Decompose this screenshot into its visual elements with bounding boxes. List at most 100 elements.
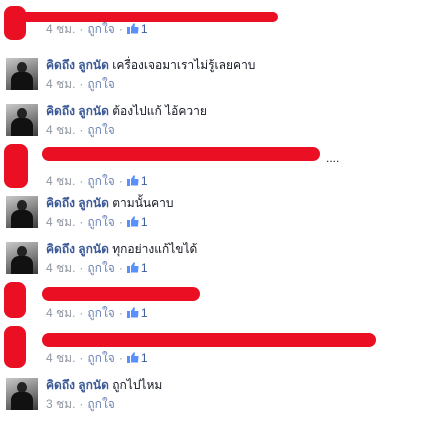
thumbs-up-icon bbox=[126, 23, 139, 34]
like-button[interactable]: ถูกใจ bbox=[87, 77, 114, 91]
like-count-link[interactable]: 1 bbox=[126, 261, 148, 275]
comment-text: เครื่องเจอมาเราไม่รู้เลยคาบ bbox=[112, 58, 256, 72]
like-count-link[interactable]: 1 bbox=[126, 351, 148, 365]
comment-time[interactable]: 4 ชม. bbox=[46, 77, 75, 91]
redaction-mark bbox=[4, 282, 26, 318]
like-button[interactable]: ถูกใจ bbox=[87, 123, 114, 137]
like-count: 1 bbox=[140, 351, 148, 365]
like-count: 1 bbox=[140, 174, 148, 188]
separator-dot: · bbox=[79, 215, 84, 229]
comment-line: คิดถึง ลูกนัด เครื่องเจอมาเราไม่รู้เลยคา… bbox=[46, 57, 425, 74]
avatar[interactable] bbox=[6, 378, 38, 410]
thumbs-up-icon bbox=[126, 352, 139, 363]
comment-meta: 4 ชม. · ถูกใจ · 1 bbox=[46, 173, 425, 189]
separator-dot: · bbox=[118, 261, 123, 275]
comment-item: คิดถึง ลูกนัด ทุกอย่างแก้ไขได้ 4 ชม. · ถูก… bbox=[0, 239, 429, 285]
like-button[interactable]: ถูกใจ bbox=[87, 174, 114, 188]
avatar[interactable] bbox=[6, 58, 38, 90]
comment-time[interactable]: 4 ชม. bbox=[46, 306, 75, 320]
thumbs-up-icon bbox=[126, 307, 139, 318]
comment-meta: 4 ชม. · ถูกใจ · 1 bbox=[46, 350, 425, 366]
comment-text: ต้องไปแก้ ไอ้ควาย bbox=[112, 104, 207, 118]
comment-item: คิดถึง ลูกนัด เครื่องเจอมาเราไม่รู้เลยคา… bbox=[0, 55, 429, 101]
comment-author[interactable]: คิดถึง ลูกนัด bbox=[46, 196, 109, 210]
comment-line: คิดถึง ลูกนัด ทุกอย่างแก้ไขได้ bbox=[46, 241, 425, 258]
comment-author[interactable]: คิดถึง ลูกนัด bbox=[46, 242, 109, 256]
avatar[interactable] bbox=[6, 104, 38, 136]
like-button[interactable]: ถูกใจ bbox=[87, 306, 114, 320]
like-count: 1 bbox=[140, 261, 148, 275]
comment-item: คิดถึง ลูกนัด ถูกไปไหม 3 ชม. · ถูกใจ bbox=[0, 375, 429, 421]
separator-dot: · bbox=[118, 174, 123, 188]
like-count: 1 bbox=[140, 215, 148, 229]
avatar[interactable] bbox=[6, 242, 38, 274]
comment-item: 4 ชม. · ถูกใจ · 1 bbox=[0, 0, 429, 46]
comment-body: คิดถึง ลูกนัด ตามนั้นคาบ 4 ชม. · ถูกใจ · 1 bbox=[46, 195, 425, 230]
comment-meta: 4 ชม. · ถูกใจ · 1 bbox=[46, 21, 425, 37]
redaction-mark bbox=[42, 147, 320, 161]
comment-time[interactable]: 3 ชม. bbox=[46, 397, 75, 411]
comment-meta: 4 ชม. · ถูกใจ bbox=[46, 122, 425, 138]
comment-body: คิดถึง ลูกนัด ถูกไปไหม 3 ชม. · ถูกใจ bbox=[46, 377, 425, 412]
comment-line: คิดถึง ลูกนัด ตามนั้นคาบ bbox=[46, 195, 425, 212]
separator-dot: · bbox=[79, 174, 84, 188]
redaction-mark bbox=[8, 12, 278, 22]
comment-time[interactable]: 4 ชม. bbox=[46, 215, 75, 229]
comment-time[interactable]: 4 ชม. bbox=[46, 261, 75, 275]
like-button[interactable]: ถูกใจ bbox=[87, 215, 114, 229]
separator-dot: · bbox=[118, 215, 123, 229]
like-button[interactable]: ถูกใจ bbox=[87, 351, 114, 365]
comment-text: .... bbox=[326, 151, 340, 165]
comment-text: ทุกอย่างแก้ไขได้ bbox=[112, 242, 198, 256]
comment-meta: 4 ชม. · ถูกใจ · 1 bbox=[46, 260, 425, 276]
like-count: 1 bbox=[140, 306, 148, 320]
separator-dot: · bbox=[79, 77, 84, 91]
separator-dot: · bbox=[79, 123, 84, 137]
avatar[interactable] bbox=[6, 196, 38, 228]
comment-body: คิดถึง ลูกนัด เครื่องเจอมาเราไม่รู้เลยคา… bbox=[46, 57, 425, 92]
comment-text: ถูกไปไหม bbox=[112, 378, 163, 392]
thumbs-up-icon bbox=[126, 175, 139, 186]
comment-time[interactable]: 4 ชม. bbox=[46, 174, 75, 188]
separator-dot: · bbox=[79, 261, 84, 275]
comment-meta: 4 ชม. · ถูกใจ · 1 bbox=[46, 214, 425, 230]
like-button[interactable]: ถูกใจ bbox=[87, 261, 114, 275]
like-count-link[interactable]: 1 bbox=[126, 215, 148, 229]
comment-item: คิดถึง ลูกนัด ตามนั้นคาบ 4 ชม. · ถูกใจ · 1 bbox=[0, 193, 429, 239]
comment-meta: 3 ชม. · ถูกใจ bbox=[46, 396, 425, 412]
comment-text: ตามนั้นคาบ bbox=[112, 196, 174, 210]
like-button[interactable]: ถูกใจ bbox=[87, 397, 114, 411]
redaction-mark bbox=[42, 287, 200, 301]
like-count: 1 bbox=[140, 22, 148, 36]
thumbs-up-icon bbox=[126, 262, 139, 273]
separator-dot: · bbox=[79, 306, 84, 320]
comment-body: คิดถึง ลูกนัด ต้องไปแก้ ไอ้ควาย 4 ชม. · ถู… bbox=[46, 103, 425, 138]
thumbs-up-icon bbox=[126, 216, 139, 227]
comment-body: คิดถึง ลูกนัด ทุกอย่างแก้ไขได้ 4 ชม. · ถูก… bbox=[46, 241, 425, 276]
comment-meta: 4 ชม. · ถูกใจ · 1 bbox=[46, 305, 425, 321]
comment-author[interactable]: คิดถึง ลูกนัด bbox=[46, 378, 109, 392]
comment-line: คิดถึง ลูกนัด ถูกไปไหม bbox=[46, 377, 425, 394]
separator-dot: · bbox=[118, 306, 123, 320]
like-count-link[interactable]: 1 bbox=[126, 174, 148, 188]
comment-line: คิดถึง ลูกนัด ต้องไปแก้ ไอ้ควาย bbox=[46, 103, 425, 120]
separator-dot: · bbox=[79, 397, 84, 411]
comment-author[interactable]: คิดถึง ลูกนัด bbox=[46, 58, 109, 72]
like-button[interactable]: ถูกใจ bbox=[87, 22, 114, 36]
like-count-link[interactable]: 1 bbox=[126, 306, 148, 320]
comment-time[interactable]: 4 ชม. bbox=[46, 351, 75, 365]
like-count-link[interactable]: 1 bbox=[126, 22, 148, 36]
comment-item: คิดถึง ลูกนัด ต้องไปแก้ ไอ้ควาย 4 ชม. · ถู… bbox=[0, 101, 429, 147]
comment-meta: 4 ชม. · ถูกใจ bbox=[46, 76, 425, 92]
separator-dot: · bbox=[118, 22, 123, 36]
separator-dot: · bbox=[79, 351, 84, 365]
separator-dot: · bbox=[79, 22, 84, 36]
redaction-mark bbox=[4, 144, 28, 188]
comment-time[interactable]: 4 ชม. bbox=[46, 123, 75, 137]
separator-dot: · bbox=[118, 351, 123, 365]
comment-time[interactable]: 4 ชม. bbox=[46, 22, 75, 36]
comment-author[interactable]: คิดถึง ลูกนัด bbox=[46, 104, 109, 118]
redaction-mark bbox=[42, 333, 376, 347]
redaction-mark bbox=[4, 326, 26, 368]
redaction-mark bbox=[4, 6, 26, 40]
